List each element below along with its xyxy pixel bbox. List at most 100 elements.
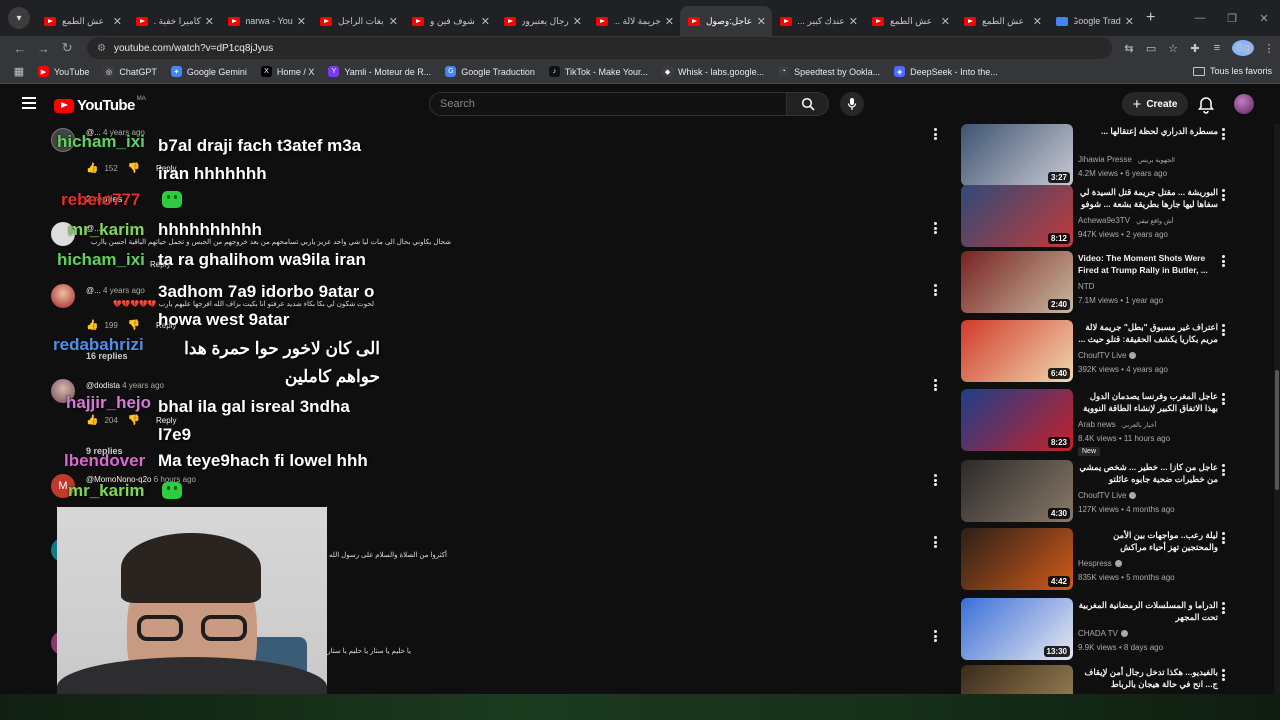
bookmark-item[interactable]: ▶ YouTube xyxy=(38,66,89,77)
bookmark-item[interactable]: ◈ DeepSeek - Into the... xyxy=(894,66,998,77)
related-video-item[interactable]: 3:27 مسطرة الدراري لحظة إعتقالها ... Jihaw… xyxy=(960,124,1280,188)
browser-tab[interactable]: رجال يعتبرون ✕ xyxy=(496,6,588,36)
comment-menu-icon[interactable] xyxy=(934,284,938,296)
related-video-item[interactable]: بالفيديو... هكذا تدخل رجال أمن لإيقاف ج.… xyxy=(960,665,1280,694)
video-title[interactable]: بالفيديو... هكذا تدخل رجال أمن لإيقاف ج.… xyxy=(1078,666,1218,690)
close-tab-icon[interactable]: ✕ xyxy=(205,15,214,28)
bookmark-item[interactable]: Y Yamli - Moteur de R... xyxy=(328,66,431,77)
close-tab-icon[interactable]: ✕ xyxy=(113,15,122,28)
comment-avatar[interactable] xyxy=(51,284,75,308)
dislike-icon[interactable]: 👎 xyxy=(128,163,140,174)
video-channel[interactable]: ChoufTV Live xyxy=(1078,491,1137,500)
related-video-item[interactable]: 4:42 ليلة رعب.. مواجهات بين الأمن والمحتج… xyxy=(960,528,1280,592)
reload-icon[interactable]: ↻ xyxy=(55,40,79,56)
back-icon[interactable]: ← xyxy=(8,41,32,56)
comment-menu-icon[interactable] xyxy=(934,474,938,486)
video-menu-icon[interactable] xyxy=(1222,324,1226,336)
close-tab-icon[interactable]: ✕ xyxy=(1033,15,1042,28)
video-title[interactable]: اعتراف غير مسبوق "بطل" جريمة لالة مريم ب… xyxy=(1078,321,1218,345)
video-thumbnail[interactable]: 13:30 xyxy=(961,598,1073,660)
video-thumbnail[interactable]: 2:40 xyxy=(961,251,1073,313)
browser-tab[interactable]: عندك كبير ... ✕ xyxy=(772,6,864,36)
video-channel[interactable]: ChoufTV Live xyxy=(1078,351,1137,360)
video-title[interactable]: مسطرة الدراري لحظة إعتقالها ... xyxy=(1078,125,1218,137)
close-tab-icon[interactable]: ✕ xyxy=(297,15,306,28)
create-button[interactable]: + Create xyxy=(1122,92,1188,116)
url-text[interactable]: youtube.com/watch?v=dP1cq8jJyus xyxy=(114,43,273,54)
bookmark-item[interactable]: X Home / X xyxy=(260,66,314,77)
close-tab-icon[interactable]: ✕ xyxy=(757,15,766,28)
comment-menu-icon[interactable] xyxy=(934,630,938,642)
video-channel[interactable]: Jihawia Presse الجهوية بريس xyxy=(1078,155,1175,164)
related-video-item[interactable]: 13:30 الدراما و المسلسلات الرمضانية المغر… xyxy=(960,598,1280,662)
browser-tab[interactable]: شوف فين و ✕ xyxy=(404,6,496,36)
related-video-item[interactable]: 4:30 عاجل من كازا ... خطير ... شخص يمشي م… xyxy=(960,460,1280,524)
video-menu-icon[interactable] xyxy=(1222,464,1226,476)
video-channel[interactable]: Achewa9e3TV أش واقع تيفي xyxy=(1078,216,1174,225)
comment-time[interactable]: 4 years ago xyxy=(103,286,145,295)
browser-tab[interactable]: عاجل:وصول ✕ xyxy=(680,6,772,36)
close-window-icon[interactable]: ✕ xyxy=(1248,12,1280,25)
apps-grid-icon[interactable]: ▦ xyxy=(6,65,32,78)
forward-icon[interactable]: → xyxy=(32,41,56,56)
video-title[interactable]: الدراما و المسلسلات الرمضانية المغربية ت… xyxy=(1078,599,1218,623)
related-video-item[interactable]: 2:40 Video: The Moment Shots Were Fired a… xyxy=(960,251,1280,315)
browser-tab[interactable]: عش الطمع ✕ xyxy=(956,6,1048,36)
related-video-item[interactable]: 8:23 عاجل المغرب وفرنسا يصدمان الدول بهذا… xyxy=(960,389,1280,456)
video-thumbnail[interactable]: 8:12 xyxy=(961,185,1073,247)
browser-tab[interactable]: عش الطمع ✕ xyxy=(36,6,128,36)
translate-icon[interactable]: ⇆ xyxy=(1118,42,1140,55)
bookmark-item[interactable]: ✦ Google Gemini xyxy=(170,66,247,77)
profile-avatar[interactable]: Bg xyxy=(1232,40,1255,56)
comment-author[interactable]: @dodista xyxy=(86,381,120,390)
video-title[interactable]: البوريشة ... مقتل جريمة قتل السيدة لي سف… xyxy=(1078,186,1218,210)
video-menu-icon[interactable] xyxy=(1222,255,1226,267)
voice-search-button[interactable] xyxy=(840,92,864,116)
video-menu-icon[interactable] xyxy=(1222,189,1226,201)
browser-tab[interactable]: Google Trad ✕ xyxy=(1048,6,1140,36)
like-icon[interactable]: 👍 xyxy=(86,163,98,174)
new-tab-icon[interactable]: + xyxy=(1146,9,1155,27)
bookmark-item[interactable]: ♪ TikTok - Make Your... xyxy=(548,66,648,77)
close-tab-icon[interactable]: ✕ xyxy=(389,15,398,28)
close-tab-icon[interactable]: ✕ xyxy=(665,15,674,28)
bookmark-item[interactable]: ◎ ChatGPT xyxy=(103,66,157,77)
comment-menu-icon[interactable] xyxy=(934,536,938,548)
dislike-icon[interactable]: 👎 xyxy=(128,320,140,331)
video-thumbnail[interactable]: 4:30 xyxy=(961,460,1073,522)
bookmark-item[interactable]: ◔ Speedtest by Ookla... xyxy=(778,66,880,77)
video-thumbnail[interactable] xyxy=(961,665,1073,694)
related-video-item[interactable]: 8:12 البوريشة ... مقتل جريمة قتل السيدة ل… xyxy=(960,185,1280,249)
notifications-bell-icon[interactable] xyxy=(1196,95,1216,115)
all-bookmarks-label[interactable]: Tous les favoris xyxy=(1210,66,1272,76)
site-info-icon[interactable]: ⚙ xyxy=(97,43,106,54)
comment-menu-icon[interactable] xyxy=(934,128,938,140)
browser-tab[interactable]: كاميرا خفية ... ✕ xyxy=(128,6,220,36)
account-avatar[interactable] xyxy=(1234,94,1254,114)
search-button[interactable] xyxy=(787,92,829,116)
video-menu-icon[interactable] xyxy=(1222,669,1226,681)
close-tab-icon[interactable]: ✕ xyxy=(1125,15,1134,28)
tab-search-icon[interactable]: ▾ xyxy=(8,7,30,29)
browser-tab[interactable]: عش الطمع ✕ xyxy=(864,6,956,36)
cast-icon[interactable]: ▭ xyxy=(1140,42,1162,55)
comment-author[interactable]: @... xyxy=(86,286,101,295)
all-bookmarks[interactable]: Tous les favoris xyxy=(1192,66,1272,76)
video-title[interactable]: Video: The Moment Shots Were Fired at Tr… xyxy=(1078,252,1218,276)
comment-menu-icon[interactable] xyxy=(934,379,938,391)
like-icon[interactable]: 👍 xyxy=(86,415,98,426)
video-menu-icon[interactable] xyxy=(1222,602,1226,614)
video-channel[interactable]: Arab news أخبار بالعربي xyxy=(1078,420,1156,429)
video-thumbnail[interactable]: 8:23 xyxy=(961,389,1073,451)
video-thumbnail[interactable]: 4:42 xyxy=(961,528,1073,590)
video-channel[interactable]: CHADA TV xyxy=(1078,629,1128,638)
browser-tab[interactable]: بغات الراجل ✕ xyxy=(312,6,404,36)
video-title[interactable]: عاجل من كازا ... خطير ... شخص يمشي من خط… xyxy=(1078,461,1218,487)
video-thumbnail[interactable]: 3:27 xyxy=(961,124,1073,186)
bookmark-star-icon[interactable]: ☆ xyxy=(1162,42,1184,55)
close-tab-icon[interactable]: ✕ xyxy=(941,15,950,28)
video-channel[interactable]: NTD xyxy=(1078,282,1094,291)
extensions-icon[interactable]: ✚ xyxy=(1184,42,1206,55)
maximize-icon[interactable]: ❐ xyxy=(1216,12,1248,25)
video-thumbnail[interactable]: 6:40 xyxy=(961,320,1073,382)
